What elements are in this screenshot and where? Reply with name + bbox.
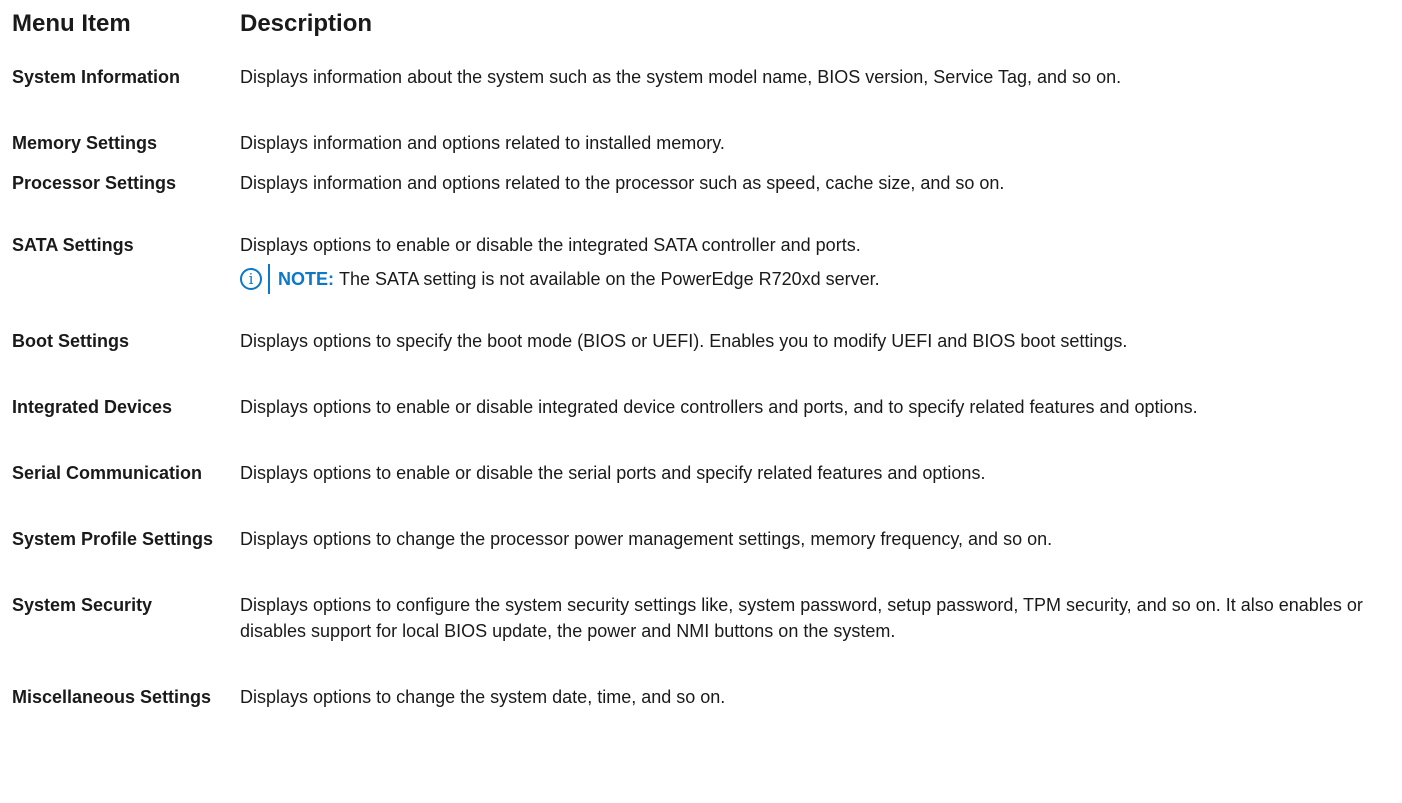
menu-item-name: System Information bbox=[12, 67, 181, 87]
table-row: System Security Displays options to conf… bbox=[12, 592, 1402, 670]
menu-item-description: Displays information and options related… bbox=[240, 133, 725, 153]
menu-item-description: Displays options to configure the system… bbox=[240, 595, 1363, 641]
table-row: Boot Settings Displays options to specif… bbox=[12, 328, 1402, 380]
note-divider bbox=[268, 264, 270, 294]
header-description: Description bbox=[240, 10, 373, 37]
table-body: System Information Displays information … bbox=[12, 64, 1402, 736]
menu-item-name: System Profile Settings bbox=[12, 529, 214, 549]
menu-item-table: Menu Item Description System Information… bbox=[0, 0, 1402, 803]
table-row: Miscellaneous Settings Displays options … bbox=[12, 684, 1402, 736]
table-row: SATA Settings Displays options to enable… bbox=[12, 232, 1402, 304]
menu-item-name: Memory Settings bbox=[12, 133, 158, 153]
note-label: NOTE: bbox=[278, 269, 334, 289]
table-row: Integrated Devices Displays options to e… bbox=[12, 394, 1402, 446]
menu-item-name: SATA Settings bbox=[12, 235, 134, 255]
menu-item-description: Displays options to specify the boot mod… bbox=[240, 331, 1128, 351]
menu-item-name: Boot Settings bbox=[12, 331, 129, 351]
menu-item-description: Displays options to change the system da… bbox=[240, 687, 726, 707]
note-callout: i NOTE: The SATA setting is not availabl… bbox=[240, 264, 1390, 294]
table-row: System Information Displays information … bbox=[12, 64, 1402, 116]
info-icon: i bbox=[240, 268, 262, 290]
menu-item-description: Displays options to enable or disable in… bbox=[240, 397, 1198, 417]
menu-item-description: Displays options to enable or disable th… bbox=[240, 463, 986, 483]
table-header: Menu Item Description bbox=[12, 10, 1402, 52]
menu-item-description: Displays information about the system su… bbox=[240, 67, 1122, 87]
table-row: System Profile Settings Displays options… bbox=[12, 526, 1402, 578]
menu-item-name: System Security bbox=[12, 595, 153, 615]
menu-item-name: Integrated Devices bbox=[12, 397, 173, 417]
header-menu-item: Menu Item bbox=[12, 10, 131, 37]
note-text: The SATA setting is not available on the… bbox=[339, 269, 880, 289]
menu-item-name: Processor Settings bbox=[12, 173, 177, 193]
menu-item-description: Displays information and options related… bbox=[240, 173, 1005, 193]
table-row: Memory Settings Displays information and… bbox=[12, 130, 1402, 156]
menu-item-description-block: Displays options to enable or disable th… bbox=[240, 232, 1390, 294]
menu-item-description: Displays options to enable or disable th… bbox=[240, 235, 861, 255]
menu-item-name: Serial Communication bbox=[12, 463, 203, 483]
menu-item-description: Displays options to change the processor… bbox=[240, 529, 1053, 549]
table-row: Processor Settings Displays information … bbox=[12, 170, 1402, 222]
table-row: Serial Communication Displays options to… bbox=[12, 460, 1402, 512]
menu-item-name: Miscellaneous Settings bbox=[12, 687, 212, 707]
